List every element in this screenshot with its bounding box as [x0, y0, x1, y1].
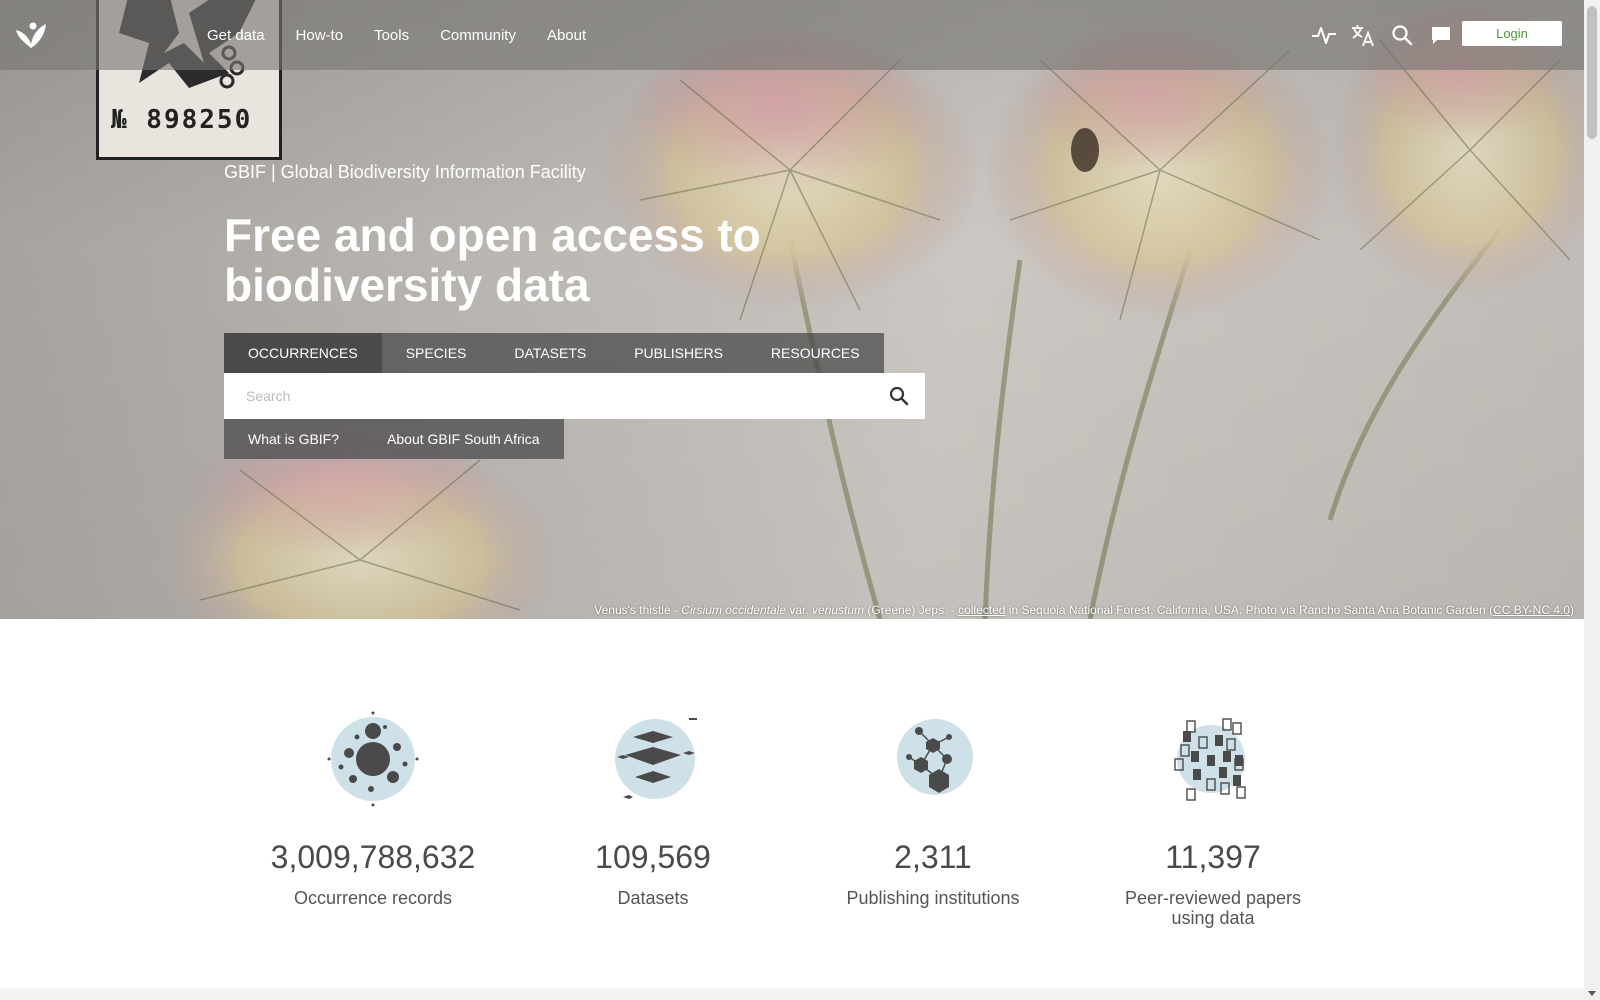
search-type-tabs: OCCURRENCES SPECIES DATASETS PUBLISHERS …: [224, 333, 884, 373]
search-icon[interactable]: [887, 384, 911, 408]
caption-species: Cirsium occidentale: [681, 603, 786, 617]
scroll-down-arrow[interactable]: [1588, 991, 1596, 996]
stat-publishers[interactable]: 2,311 Publishing institutions: [803, 709, 1063, 908]
search-input[interactable]: [224, 373, 864, 419]
stat-label: Datasets: [617, 888, 689, 908]
stat-papers[interactable]: 11,397 Peer-reviewed papers using data: [1083, 709, 1343, 928]
datasets-icon: [615, 718, 697, 799]
tab-datasets[interactable]: DATASETS: [490, 333, 610, 373]
tab-publishers[interactable]: PUBLISHERS: [610, 333, 747, 373]
main-nav: Get data How-to Tools Community About: [207, 0, 617, 70]
license-link[interactable]: CC BY-NC 4.0: [1493, 603, 1570, 617]
translate-icon[interactable]: [1350, 22, 1376, 48]
stat-number: 11,397: [1165, 839, 1261, 875]
caption-close: ): [1570, 603, 1574, 617]
page-title: Free and open access to biodiversity dat…: [224, 209, 761, 311]
occurrences-icon: [327, 711, 419, 807]
stat-label: Peer-reviewed papers using data: [1124, 888, 1302, 928]
scrollbar-thumb[interactable]: [1587, 6, 1597, 139]
papers-icon: [1174, 718, 1246, 801]
stat-label: Occurrence records: [293, 888, 453, 908]
caption-variety: venustum: [812, 603, 865, 617]
site-subtitle: GBIF | Global Biodiversity Information F…: [224, 162, 586, 182]
nav-tools[interactable]: Tools: [374, 27, 409, 44]
info-links: What is GBIF? About GBIF South Africa: [224, 419, 564, 459]
about-gbif-south-africa-link[interactable]: About GBIF South Africa: [363, 419, 564, 459]
tab-occurrences[interactable]: OCCURRENCES: [224, 333, 382, 373]
nav-get-data[interactable]: Get data: [207, 27, 265, 44]
stat-number: 3,009,788,632: [270, 839, 476, 875]
nav-how-to[interactable]: How-to: [296, 27, 344, 44]
caption-authority: (Greene) Jeps. -: [864, 603, 959, 617]
nav-community[interactable]: Community: [440, 27, 516, 44]
nav-about[interactable]: About: [547, 27, 586, 44]
tab-species[interactable]: SPECIES: [382, 333, 491, 373]
stat-label: Publishing institutions: [846, 888, 1020, 908]
caption-var: var.: [786, 603, 813, 617]
hero-banner: № 898250 GBIF | Global Biodiversity Info…: [0, 0, 1584, 619]
specimen-number: № 898250: [111, 105, 253, 135]
page: № 898250 GBIF | Global Biodiversity Info…: [0, 0, 1584, 1000]
stats-section: 3,009,788,632 Occurrence records 109,569…: [0, 619, 1584, 989]
search-nav-icon[interactable]: [1389, 22, 1415, 48]
publishers-icon: [897, 719, 973, 795]
stat-occurrences[interactable]: 3,009,788,632 Occurrence records: [243, 709, 503, 908]
stat-datasets[interactable]: 109,569 Datasets: [523, 709, 783, 908]
feedback-icon[interactable]: [1428, 22, 1454, 48]
nav-icon-group: [1298, 22, 1454, 48]
photo-caption: Venus's thistle - Cirsium occidentale va…: [594, 603, 1574, 617]
top-navbar: Get data How-to Tools Community About Lo…: [0, 0, 1584, 70]
caption-common-name: Venus's thistle -: [594, 603, 682, 617]
activity-icon[interactable]: [1311, 22, 1337, 48]
tab-resources[interactable]: RESOURCES: [747, 333, 884, 373]
search-box: [224, 373, 925, 419]
caption-location: in Sequoia National Forest, California, …: [1005, 603, 1494, 617]
login-button[interactable]: Login: [1462, 21, 1562, 46]
collected-link[interactable]: collected: [958, 603, 1005, 617]
stat-number: 109,569: [595, 839, 711, 875]
gbif-logo-icon[interactable]: [14, 18, 48, 52]
what-is-gbif-link[interactable]: What is GBIF?: [224, 419, 363, 459]
scrollbar[interactable]: [1584, 0, 1600, 1000]
footer-strip: [0, 988, 1584, 1000]
stat-number: 2,311: [894, 839, 972, 875]
